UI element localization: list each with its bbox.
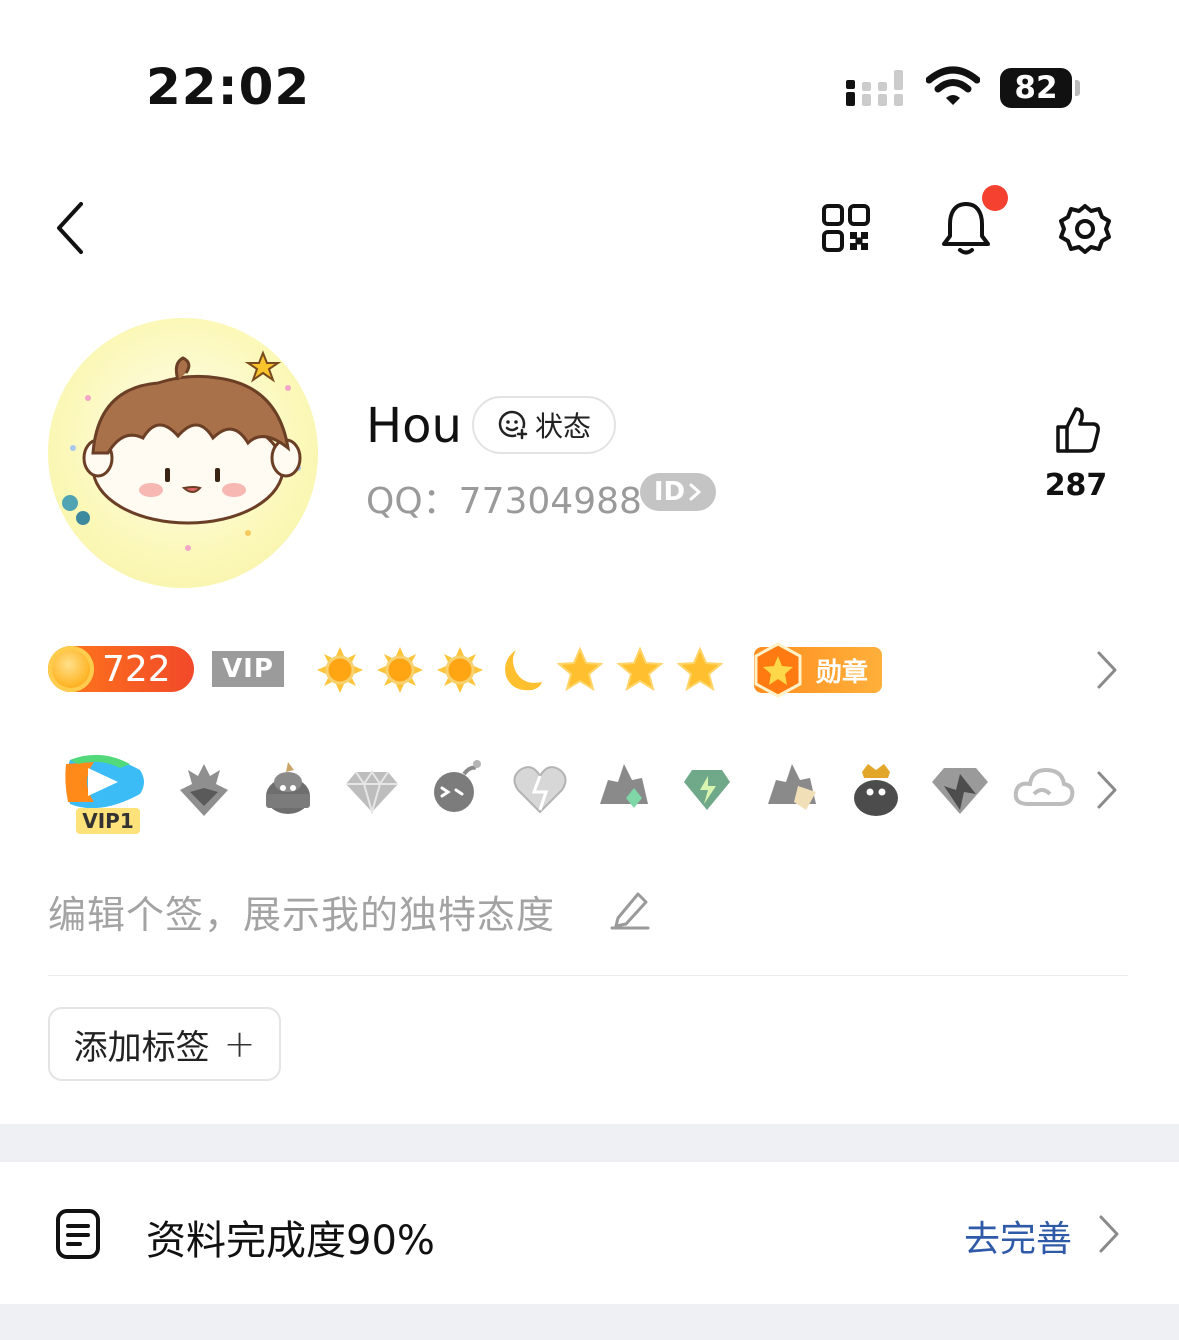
chevron-right-icon — [1097, 771, 1117, 809]
plus-icon: + — [223, 1022, 256, 1066]
diamond-badge-icon — [346, 770, 398, 814]
coin-icon — [48, 646, 94, 692]
profile-completion-label: 资料完成度90% — [146, 1218, 435, 1264]
gray-wing-badge-icon — [180, 764, 228, 816]
add-tag-label: 添加标签 — [73, 1027, 210, 1068]
cellular-signal-icon — [846, 70, 903, 106]
rock-badge-icon — [600, 764, 648, 808]
pencil-icon[interactable] — [610, 888, 650, 930]
level-row-chevron[interactable] — [1090, 646, 1124, 694]
add-tag-button[interactable]: 添加标签 + — [48, 1007, 281, 1081]
star-icon — [676, 646, 724, 692]
level-coin-badge[interactable]: 722 — [48, 646, 194, 692]
chevron-right-icon — [1097, 651, 1117, 689]
like-button[interactable] — [1050, 402, 1106, 458]
status-time: 22:02 — [146, 58, 311, 116]
avatar-illustration — [62, 350, 302, 551]
smiley-add-icon — [498, 410, 528, 440]
battery-icon: 82 — [1000, 68, 1072, 108]
vip-level-label: VIP1 — [76, 808, 140, 834]
moon-icon — [505, 650, 542, 691]
cloud-badge-icon — [1013, 767, 1075, 806]
status-button[interactable]: 状态 — [472, 396, 616, 454]
vip-badge[interactable]: VIP — [212, 651, 284, 687]
medal-label: 勋章 — [815, 657, 868, 688]
badges-chevron[interactable] — [1090, 766, 1124, 814]
paper-rock-badge-icon — [768, 764, 816, 810]
sun-icon — [377, 647, 423, 693]
medal-star-icon — [754, 642, 802, 698]
completion-chevron[interactable] — [1092, 1210, 1126, 1258]
bell-icon — [942, 202, 990, 255]
like-count: 287 — [1044, 468, 1108, 503]
battery-tip — [1075, 80, 1080, 96]
status-label: 状态 — [534, 410, 591, 443]
back-button[interactable] — [40, 196, 100, 260]
video-vip-icon — [65, 754, 144, 809]
section-separator — [0, 1124, 1179, 1162]
thumbs-up-icon — [1056, 407, 1100, 453]
sun-icon — [317, 647, 363, 693]
settings-button[interactable] — [1054, 198, 1116, 260]
document-icon — [56, 1209, 100, 1259]
video-vip-badge[interactable]: VIP1 — [60, 752, 146, 836]
back-chevron-icon — [57, 202, 83, 254]
bottom-separator — [0, 1304, 1179, 1340]
avatar[interactable] — [48, 318, 318, 588]
id-badge[interactable]: ID — [640, 473, 716, 511]
qr-code-icon — [822, 204, 870, 252]
gray-diamond-badge-icon — [932, 768, 988, 814]
qr-code-button[interactable] — [816, 200, 876, 256]
star-icon — [616, 646, 664, 692]
qq-number: QQ：77304988 — [366, 481, 642, 522]
penguin-crown-badge-icon — [854, 764, 898, 816]
star-icon — [556, 646, 604, 692]
wifi-icon — [926, 66, 980, 105]
green-gem-badge-icon — [684, 770, 730, 810]
complete-profile-link[interactable]: 去完善 — [964, 1210, 1072, 1262]
gear-icon — [1059, 204, 1111, 254]
divider — [48, 975, 1128, 976]
nickname: Hou — [366, 398, 462, 454]
chevron-right-icon — [689, 483, 701, 501]
sun-icon — [437, 647, 483, 693]
bomb-badge-icon — [434, 760, 481, 812]
chevron-right-icon — [1099, 1215, 1119, 1253]
heart-badge-icon — [513, 766, 567, 814]
signature-placeholder[interactable]: 编辑个签，展示我的独特态度 — [48, 884, 555, 939]
notification-dot — [982, 185, 1008, 211]
coin-value: 722 — [102, 648, 171, 690]
penguin-hat-badge-icon — [266, 762, 310, 814]
id-badge-label: ID — [653, 477, 686, 507]
